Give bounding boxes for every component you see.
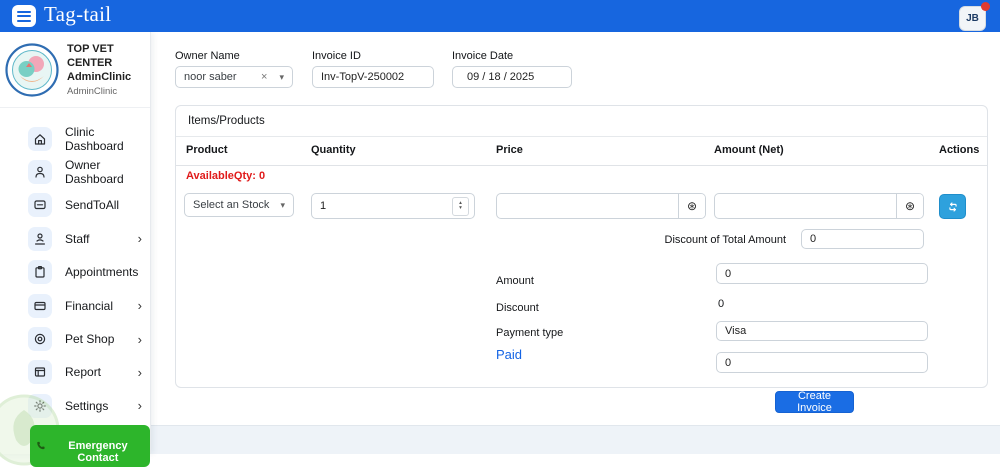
invoice-id-label: Invoice ID bbox=[312, 50, 361, 62]
paid-label: Paid bbox=[496, 347, 523, 362]
panel-title: Items/Products bbox=[176, 106, 987, 137]
col-quantity: Quantity bbox=[311, 144, 356, 156]
clinic-header: TOP VET CENTER AdminClinic AdminClinic bbox=[0, 32, 150, 109]
chevron-right-icon: › bbox=[137, 231, 142, 247]
amount-label: Amount bbox=[496, 275, 534, 287]
amount-net-input[interactable] bbox=[715, 200, 896, 212]
create-invoice-button[interactable]: Create Invoice bbox=[775, 390, 854, 414]
app-brand: Tag-tail bbox=[44, 2, 112, 26]
owner-name-value: noor saber bbox=[184, 71, 237, 83]
amount-input[interactable] bbox=[716, 263, 928, 284]
chevron-right-icon: › bbox=[137, 298, 142, 314]
clear-icon[interactable]: × bbox=[261, 71, 267, 83]
clinic-title: TOP VET CENTER AdminClinic bbox=[67, 43, 132, 83]
paid-input[interactable] bbox=[716, 352, 928, 373]
clinic-subtitle: AdminClinic bbox=[67, 86, 118, 98]
sidebar-item-report[interactable]: Report › bbox=[0, 356, 150, 389]
report-icon bbox=[28, 360, 52, 385]
chevron-right-icon: › bbox=[137, 398, 142, 414]
sidebar: TOP VET CENTER AdminClinic AdminClinic C… bbox=[0, 32, 151, 467]
price-input[interactable] bbox=[497, 200, 678, 212]
col-product: Product bbox=[186, 144, 228, 156]
sidebar-item-label: Owner Dashboard bbox=[65, 158, 124, 187]
sidebar-item-clinic-dashboard[interactable]: Clinic Dashboard bbox=[0, 122, 150, 155]
sidebar-item-label: Staff bbox=[65, 231, 90, 246]
owner-name-label: Owner Name bbox=[175, 50, 240, 62]
repeat-icon bbox=[948, 201, 957, 212]
invoice-id-input[interactable] bbox=[312, 66, 434, 88]
chevron-right-icon: › bbox=[137, 364, 142, 380]
product-select[interactable]: Select an Stock ▾ bbox=[184, 193, 294, 217]
product-select-placeholder: Select an Stock bbox=[193, 199, 270, 211]
clipboard-icon bbox=[28, 260, 52, 285]
quantity-stepper[interactable]: ▴ ▾ bbox=[452, 196, 469, 216]
sidebar-item-label: Appointments bbox=[65, 265, 139, 280]
chevron-down-icon: ▾ bbox=[280, 199, 285, 210]
sidebar-nav: Clinic Dashboard Owner Dashboard SendToA… bbox=[0, 122, 150, 423]
col-amount: Amount (Net) bbox=[714, 144, 784, 156]
currency-icon: ⊛ bbox=[678, 194, 705, 218]
quantity-input[interactable] bbox=[312, 200, 452, 212]
col-actions: Actions bbox=[939, 144, 980, 156]
sidebar-item-label: Settings bbox=[65, 398, 109, 413]
quantity-field: ▴ ▾ bbox=[311, 193, 475, 219]
sidebar-item-pet-shop[interactable]: Pet Shop › bbox=[0, 322, 150, 355]
app-header: Tag-tail JB bbox=[0, 0, 1000, 32]
sidebar-item-label: Financial bbox=[65, 298, 114, 313]
currency-icon: ⊛ bbox=[896, 194, 923, 218]
discount-value: 0 bbox=[718, 298, 725, 310]
refresh-row-button[interactable] bbox=[939, 194, 966, 219]
discount-total-label: Discount of Total Amount bbox=[664, 234, 786, 246]
chat-icon bbox=[28, 193, 52, 218]
invoice-date-label: Invoice Date bbox=[452, 50, 514, 62]
sidebar-item-label: Report bbox=[65, 365, 102, 380]
table-header-row: Product Quantity Price Amount (Net) Acti… bbox=[176, 137, 987, 166]
menu-icon[interactable] bbox=[12, 5, 36, 27]
sidebar-item-staff[interactable]: Staff › bbox=[0, 222, 150, 255]
coin-icon bbox=[28, 327, 52, 352]
step-down-icon[interactable]: ▾ bbox=[459, 205, 462, 212]
clinic-logo bbox=[5, 43, 59, 97]
chevron-right-icon: › bbox=[137, 331, 142, 347]
card-icon bbox=[28, 293, 52, 318]
sidebar-item-owner-dashboard[interactable]: Owner Dashboard bbox=[0, 155, 150, 188]
price-field: ⊛ bbox=[496, 193, 706, 219]
sidebar-item-sendtoall[interactable]: SendToAll bbox=[0, 189, 150, 222]
discount-total-input[interactable] bbox=[801, 229, 924, 249]
sidebar-item-financial[interactable]: Financial › bbox=[0, 289, 150, 322]
payment-type-label: Payment type bbox=[496, 327, 564, 339]
notification-dot bbox=[981, 2, 990, 11]
emergency-contact-button[interactable]: Emergency Contact bbox=[30, 425, 150, 467]
amount-net-field: ⊛ bbox=[714, 193, 924, 219]
main-content: Owner Name noor saber × ▾ Invoice ID Inv… bbox=[150, 32, 1000, 425]
emergency-contact-label: Emergency Contact bbox=[68, 440, 128, 464]
discount-label: Discount bbox=[496, 302, 539, 314]
col-price: Price bbox=[496, 144, 523, 156]
owner-name-select[interactable]: noor saber × ▾ bbox=[175, 66, 293, 88]
sidebar-item-label: Clinic Dashboard bbox=[65, 124, 124, 153]
staff-icon bbox=[28, 226, 52, 251]
items-products-panel: Items/Products Product Quantity Price Am… bbox=[175, 105, 988, 388]
payment-type-input[interactable] bbox=[716, 321, 928, 341]
phone-icon bbox=[37, 441, 45, 450]
invoice-date-input[interactable] bbox=[452, 66, 572, 88]
bottom-strip bbox=[150, 425, 1000, 454]
person-icon bbox=[28, 160, 52, 185]
available-qty-text: AvailableQty: 0 bbox=[186, 170, 266, 182]
chevron-down-icon: ▾ bbox=[279, 71, 284, 82]
sidebar-item-appointments[interactable]: Appointments bbox=[0, 256, 150, 289]
sidebar-item-label: Pet Shop bbox=[65, 332, 115, 347]
home-icon bbox=[28, 126, 52, 151]
sidebar-item-label: SendToAll bbox=[65, 198, 120, 213]
